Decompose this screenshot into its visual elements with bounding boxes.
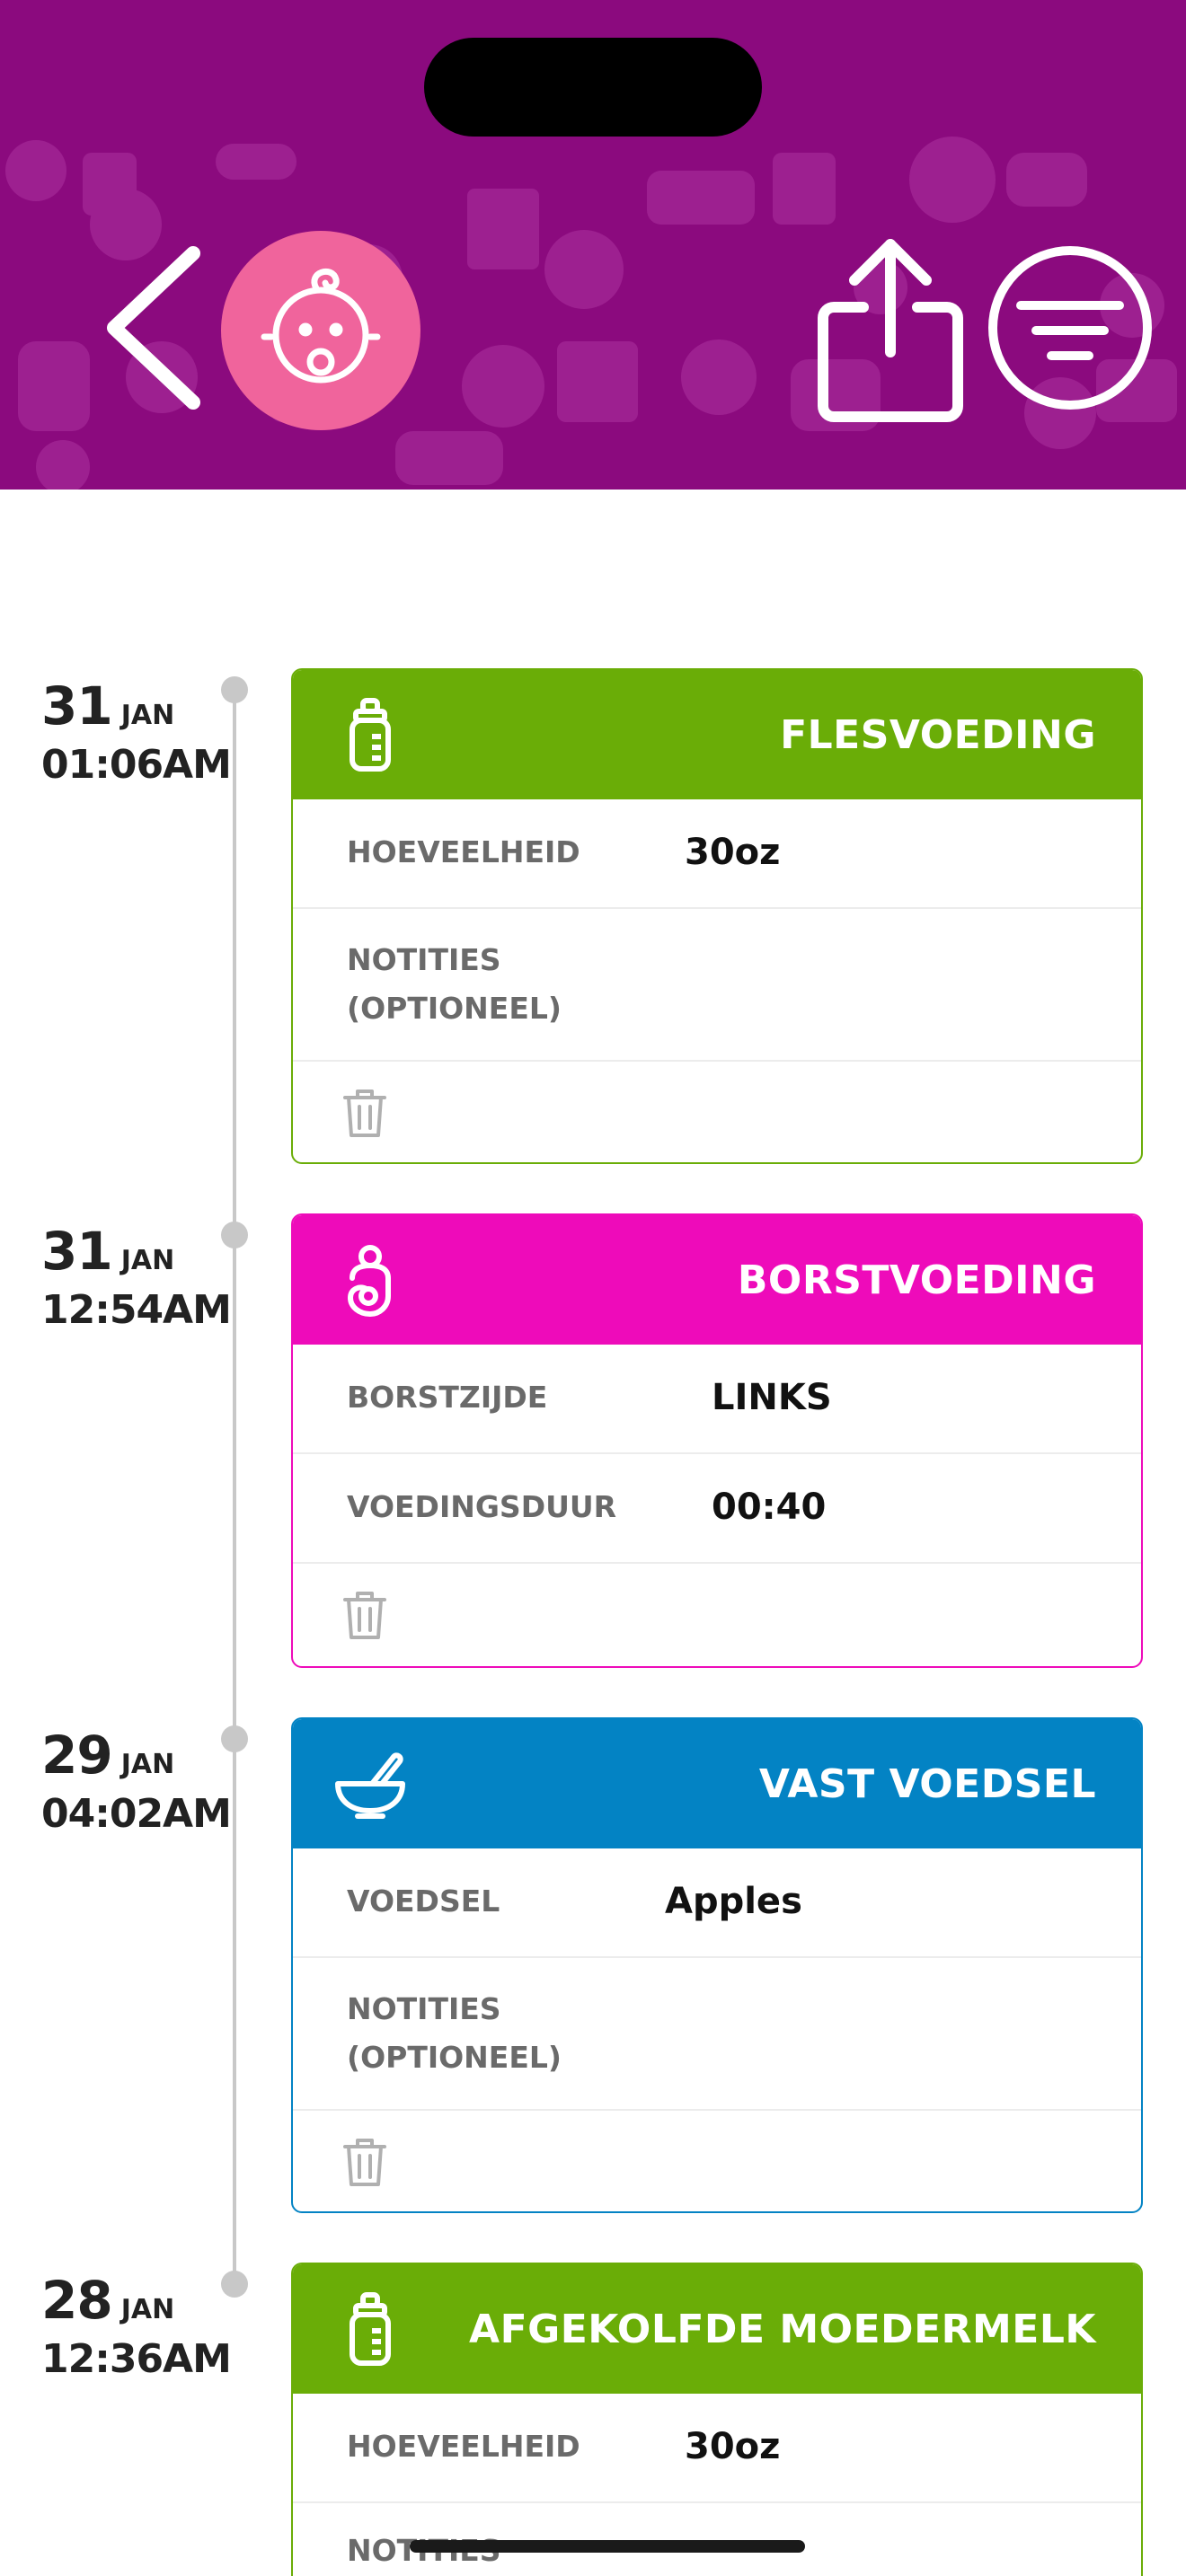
trash-icon[interactable]: [343, 1589, 386, 1641]
card-header: AFGEKOLFDE MOEDERMELK: [293, 2264, 1141, 2394]
feeding-card-breast[interactable]: BORSTVOEDING BORSTZIJDE LINKS VOEDINGSDU…: [291, 1213, 1143, 1668]
field-row: VOEDSEL Apples: [293, 1848, 1141, 1958]
field-label: NOTITIES: [347, 942, 501, 977]
mortar-pestle-icon: [335, 1752, 405, 1819]
entry-date: 31 JAN 12:54AM: [41, 1221, 232, 1333]
entry-day: 28: [41, 2270, 113, 2331]
trash-icon[interactable]: [343, 1087, 386, 1139]
feeding-card-pumped[interactable]: AFGEKOLFDE MOEDERMELK HOEVEELHEID 30oz N…: [291, 2263, 1143, 2576]
entry-day: 31: [41, 675, 113, 737]
card-header: BORSTVOEDING: [293, 1215, 1141, 1345]
card-header: VAST VOEDSEL: [293, 1719, 1141, 1848]
field-label: BORSTZIJDE: [347, 1380, 548, 1415]
entry-time: 12:36AM: [41, 2336, 232, 2382]
entry-month: JAN: [120, 1749, 175, 1780]
field-label: (OPTIONEEL): [347, 991, 562, 1026]
bottle-icon: [350, 2292, 391, 2366]
entry-day: 29: [41, 1725, 113, 1786]
entry-time: 04:02AM: [41, 1791, 232, 1837]
card-title: BORSTVOEDING: [737, 1257, 1096, 1303]
actions-row: [293, 2111, 1141, 2211]
timeline-line: [233, 690, 236, 2285]
entry-date: 31 JAN 01:06AM: [41, 675, 232, 788]
card-title: FLESVOEDING: [780, 711, 1096, 758]
breastfeeding-icon: [348, 1245, 391, 1317]
entry-month: JAN: [120, 2294, 175, 2325]
entry-day: 31: [41, 1221, 113, 1282]
field-value[interactable]: 00:40: [712, 1486, 826, 1528]
home-indicator[interactable]: [410, 2540, 805, 2553]
entry-month: JAN: [120, 1245, 175, 1276]
field-value[interactable]: LINKS: [712, 1377, 832, 1418]
field-value[interactable]: 30oz: [685, 2426, 780, 2467]
field-row: VOEDINGSDUUR 00:40: [293, 1454, 1141, 1564]
entry-date: 29 JAN 04:02AM: [41, 1725, 232, 1837]
field-row: HOEVEELHEID 30oz: [293, 799, 1141, 909]
field-value[interactable]: Apples: [665, 1881, 802, 1922]
header-bar: [0, 0, 1186, 490]
entry-time: 01:06AM: [41, 742, 232, 788]
camera-notch: [424, 38, 762, 137]
field-row: HOEVEELHEID 30oz: [293, 2394, 1141, 2503]
field-label: VOEDINGSDUUR: [347, 1489, 617, 1524]
card-title: VAST VOEDSEL: [758, 1760, 1096, 1807]
field-value[interactable]: 30oz: [685, 832, 780, 873]
feeding-card-solid[interactable]: VAST VOEDSEL VOEDSEL Apples NOTITIES (OP…: [291, 1717, 1143, 2213]
chevron-left-icon: [107, 246, 200, 410]
actions-row: [293, 1564, 1141, 1664]
field-label: NOTITIES: [347, 1991, 501, 2026]
field-label: HOEVEELHEID: [347, 2429, 580, 2464]
field-row[interactable]: NOTITIES (OPTIONEEL): [293, 909, 1141, 1062]
share-button[interactable]: [814, 235, 967, 424]
baby-avatar[interactable]: [221, 231, 420, 430]
feeding-card-bottle[interactable]: FLESVOEDING HOEVEELHEID 30oz NOTITIES (O…: [291, 668, 1143, 1164]
card-title: AFGEKOLFDE MOEDERMELK: [469, 2306, 1096, 2352]
back-button[interactable]: [94, 243, 211, 413]
field-label: (OPTIONEEL): [347, 2040, 562, 2075]
entry-time: 12:54AM: [41, 1287, 232, 1333]
field-label: VOEDSEL: [347, 1883, 500, 1919]
filter-button[interactable]: [987, 244, 1154, 411]
baby-face-icon: [261, 268, 381, 384]
field-label: HOEVEELHEID: [347, 834, 580, 869]
card-header: FLESVOEDING: [293, 670, 1141, 799]
actions-row: [293, 1062, 1141, 1162]
trash-icon[interactable]: [343, 2136, 386, 2188]
field-row[interactable]: NOTITIES (OPTIONEEL): [293, 1958, 1141, 2111]
bottle-icon: [350, 698, 391, 772]
field-row: BORSTZIJDE LINKS: [293, 1345, 1141, 1454]
share-icon: [818, 239, 963, 422]
filter-icon: [988, 246, 1152, 410]
entry-month: JAN: [120, 700, 175, 731]
entry-date: 28 JAN 12:36AM: [41, 2270, 232, 2382]
